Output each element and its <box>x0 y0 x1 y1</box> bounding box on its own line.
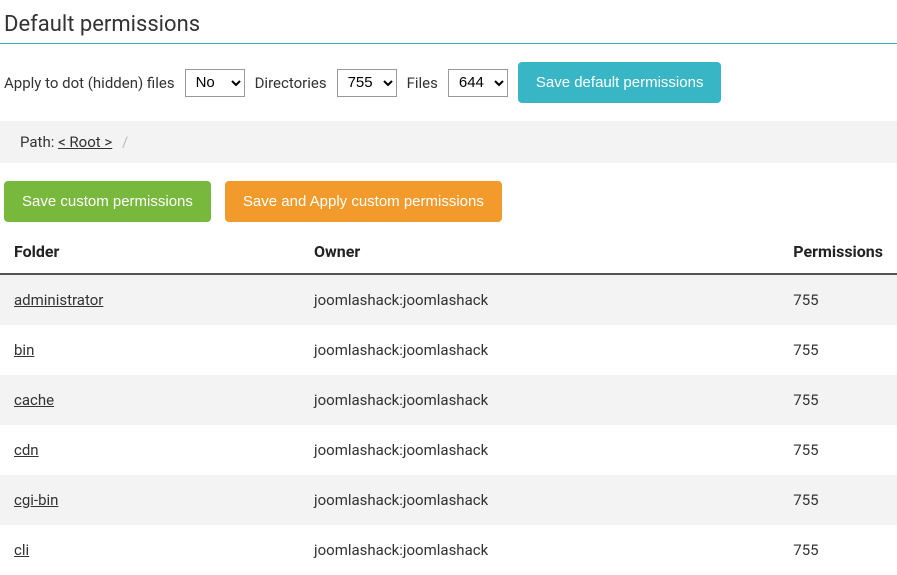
custom-buttons: Save custom permissions Save and Apply c… <box>0 181 897 232</box>
save-custom-button[interactable]: Save custom permissions <box>4 181 211 222</box>
owner-cell: joomlashack:joomlashack <box>300 525 779 575</box>
folder-link[interactable]: cgi-bin <box>14 491 58 509</box>
table-row: cdn joomlashack:joomlashack755 <box>0 425 897 475</box>
page-title: Default permissions <box>0 0 897 44</box>
files-label: Files <box>407 74 438 92</box>
table-row: cli joomlashack:joomlashack755 <box>0 525 897 575</box>
owner-cell: joomlashack:joomlashack <box>300 274 779 325</box>
dot-files-label: Apply to dot (hidden) files <box>4 74 175 92</box>
perm-cell: 755 <box>779 425 897 475</box>
owner-cell: joomlashack:joomlashack <box>300 375 779 425</box>
default-controls: Apply to dot (hidden) files No Directori… <box>0 62 897 121</box>
owner-cell: joomlashack:joomlashack <box>300 425 779 475</box>
dot-files-select[interactable]: No <box>185 69 245 97</box>
path-label: Path: <box>20 133 54 151</box>
table-row: cgi-bin joomlashack:joomlashack755 <box>0 475 897 525</box>
th-permissions: Permissions <box>779 232 897 274</box>
save-apply-button[interactable]: Save and Apply custom permissions <box>225 181 502 222</box>
breadcrumb-sep: / <box>122 133 128 151</box>
folder-link[interactable]: cli <box>14 541 29 559</box>
owner-cell: joomlashack:joomlashack <box>300 325 779 375</box>
breadcrumb: Path: < Root > / <box>0 121 897 163</box>
perm-cell: 755 <box>779 325 897 375</box>
perm-cell: 755 <box>779 375 897 425</box>
folder-link[interactable]: cdn <box>14 441 39 459</box>
save-default-button[interactable]: Save default permissions <box>518 62 722 103</box>
folder-link[interactable]: bin <box>14 341 34 359</box>
th-folder: Folder <box>0 232 300 274</box>
directories-select[interactable]: 755 <box>337 69 397 97</box>
owner-cell: joomlashack:joomlashack <box>300 475 779 525</box>
table-row: cache joomlashack:joomlashack755 <box>0 375 897 425</box>
table-row: administrator joomlashack:joomlashack755 <box>0 274 897 325</box>
directories-label: Directories <box>255 74 327 92</box>
folder-link[interactable]: administrator <box>14 291 103 309</box>
perm-cell: 755 <box>779 475 897 525</box>
th-owner: Owner <box>300 232 779 274</box>
table-row: bin joomlashack:joomlashack755 <box>0 325 897 375</box>
folder-link[interactable]: cache <box>14 391 54 409</box>
perm-cell: 755 <box>779 525 897 575</box>
files-select[interactable]: 644 <box>448 69 508 97</box>
perm-cell: 755 <box>779 274 897 325</box>
permissions-table: Folder Owner Permissions administrator jo… <box>0 232 897 575</box>
breadcrumb-root[interactable]: < Root > <box>58 133 112 151</box>
